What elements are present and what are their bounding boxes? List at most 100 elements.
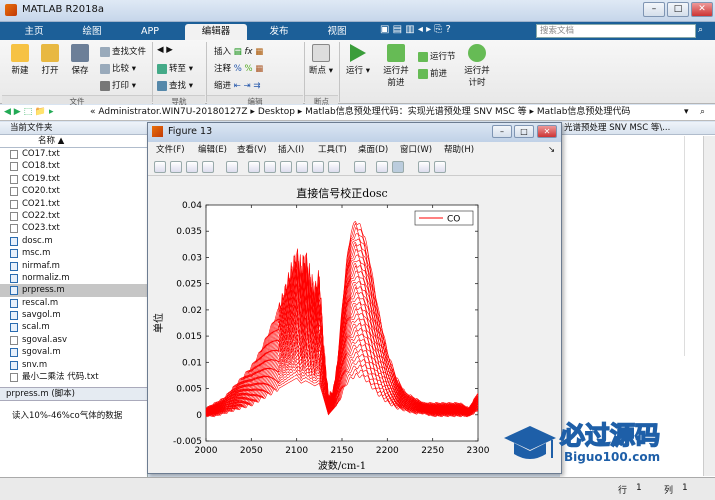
file-name: CO17.txt	[22, 149, 60, 159]
link-plot-icon[interactable]	[354, 161, 366, 173]
compare-button[interactable]: 比较 ▾	[100, 62, 136, 74]
file-list-item[interactable]: nirmaf.m	[0, 260, 147, 272]
find-button[interactable]: 查找 ▾	[157, 79, 193, 91]
file-list-item[interactable]: 最小二乘法 代码.txt	[0, 371, 147, 383]
figure-maximize-button[interactable]: □	[514, 125, 534, 138]
file-list-item[interactable]: sgoval.asv	[0, 334, 147, 346]
minimize-button[interactable]: –	[643, 2, 665, 17]
menu-file[interactable]: 文件(F)	[156, 143, 185, 157]
print-figure-icon[interactable]	[202, 161, 214, 173]
nav-arrows-icon[interactable]: ◀ ▶ ⬚ 📁 ▸	[4, 105, 54, 120]
app-titlebar: MATLAB R2018a – □ ✕	[0, 0, 715, 22]
path-dropdown-icon[interactable]: ▾	[684, 105, 689, 120]
x-tick-label: 2000	[195, 446, 218, 456]
file-list-item[interactable]: CO22.txt	[0, 210, 147, 222]
open-button[interactable]: 打开	[36, 44, 64, 76]
new-figure-icon[interactable]	[154, 161, 166, 173]
find-files-button[interactable]: 查找文件	[100, 45, 146, 57]
tab-home[interactable]: 主页	[8, 24, 60, 40]
figure-toolbar	[148, 158, 561, 176]
tab-editor[interactable]: 编辑器	[185, 24, 247, 40]
brush-icon[interactable]	[328, 161, 340, 173]
indent-button[interactable]: 缩进 ⇤ ⇥ ⇉	[214, 79, 261, 91]
menu-insert[interactable]: 插入(I)	[278, 143, 304, 157]
menu-tools[interactable]: 工具(T)	[318, 143, 347, 157]
run-advance-button[interactable]: 运行并 前进	[378, 44, 414, 88]
run-section-button[interactable]: 运行节	[418, 50, 456, 62]
run-button[interactable]: 运行 ▾	[342, 44, 374, 76]
file-list-item[interactable]: prpress.m	[0, 284, 147, 297]
file-list-item[interactable]: dosc.m	[0, 235, 147, 247]
zoom-out-icon[interactable]	[264, 161, 276, 173]
figure-titlebar: Figure 13 – □ ✕	[148, 123, 561, 142]
file-list-item[interactable]: CO21.txt	[0, 198, 147, 210]
goto-button[interactable]: 转至 ▾	[157, 62, 193, 74]
x-axis-label: 波数/cm-1	[318, 459, 366, 472]
ribbon-separator	[339, 42, 340, 102]
close-button[interactable]: ✕	[691, 2, 713, 17]
menu-edit[interactable]: 编辑(E)	[198, 143, 227, 157]
colorbar-icon[interactable]	[376, 161, 388, 173]
save-figure-icon[interactable]	[186, 161, 198, 173]
menu-desktop[interactable]: 桌面(D)	[358, 143, 388, 157]
file-list-item[interactable]: rescal.m	[0, 297, 147, 309]
breakpoints-button[interactable]: 断点 ▾	[306, 44, 336, 76]
file-name: sgoval.asv	[22, 334, 67, 345]
tab-view[interactable]: 视图	[311, 24, 363, 40]
figure-minimize-button[interactable]: –	[492, 125, 512, 138]
pan-icon[interactable]	[280, 161, 292, 173]
path-search-icon[interactable]: ⌕	[700, 105, 705, 120]
zoom-in-icon[interactable]	[248, 161, 260, 173]
file-list-item[interactable]: scal.m	[0, 321, 147, 333]
search-icon[interactable]: ⌕	[698, 25, 703, 35]
current-path[interactable]: « Administrator.WIN7U-20180127Z ▸ Deskto…	[90, 105, 680, 120]
column-header-name[interactable]: 名称 ▲	[0, 135, 147, 148]
tab-plots[interactable]: 绘图	[66, 24, 118, 40]
nav-back-button[interactable]: ◀ ▶	[157, 45, 173, 55]
menu-help[interactable]: 帮助(H)	[444, 143, 474, 157]
run-time-icon	[468, 44, 486, 62]
search-docs-input[interactable]: 搜索文档	[536, 24, 696, 38]
file-list-item[interactable]: CO20.txt	[0, 185, 147, 197]
m-file-icon	[10, 298, 18, 308]
save-button[interactable]: 保存	[66, 44, 94, 76]
file-list-item[interactable]: CO17.txt	[0, 148, 147, 160]
file-list-item[interactable]: CO23.txt	[0, 222, 147, 234]
rotate-icon[interactable]	[296, 161, 308, 173]
figure-close-button[interactable]: ✕	[537, 125, 557, 138]
pointer-icon[interactable]	[226, 161, 238, 173]
new-button[interactable]: 新建	[6, 44, 34, 76]
maximize-button[interactable]: □	[667, 2, 689, 17]
insert-button[interactable]: 插入 ▤ fx ▦	[214, 45, 263, 57]
file-list-item[interactable]: savgol.m	[0, 309, 147, 321]
file-list-item[interactable]: sgoval.m	[0, 346, 147, 358]
menu-window[interactable]: 窗口(W)	[400, 143, 432, 157]
print-button[interactable]: 打印 ▾	[100, 79, 136, 91]
open-figure-icon[interactable]	[170, 161, 182, 173]
file-name: 最小二乘法 代码.txt	[22, 372, 99, 383]
file-name: sgoval.m	[22, 347, 61, 358]
y-tick-label: 0.005	[176, 385, 202, 395]
file-name: CO21.txt	[22, 198, 60, 209]
file-list-item[interactable]: normaliz.m	[0, 272, 147, 284]
run-and-time-button[interactable]: 运行并 计时	[460, 44, 494, 88]
menu-view[interactable]: 查看(V)	[237, 143, 266, 157]
data-cursor-icon[interactable]	[312, 161, 324, 173]
advance-button[interactable]: 前进	[418, 67, 447, 79]
tab-apps[interactable]: APP	[124, 24, 176, 40]
file-name: rescal.m	[22, 297, 59, 308]
file-list-item[interactable]: msc.m	[0, 247, 147, 259]
file-list-item[interactable]: CO18.txt	[0, 160, 147, 172]
show-plot-tools-icon[interactable]	[434, 161, 446, 173]
hide-plot-tools-icon[interactable]	[418, 161, 430, 173]
quick-access-toolbar[interactable]: ▣ ▤ ▥ ◂ ▸ ⎘ ?	[380, 24, 451, 35]
group-edit: 编辑	[207, 95, 303, 106]
file-list-item[interactable]: CO19.txt	[0, 173, 147, 185]
tab-publish[interactable]: 发布	[253, 24, 305, 40]
comment-button[interactable]: 注释 % % ▦	[214, 62, 263, 74]
address-bar[interactable]: ◀ ▶ ⬚ 📁 ▸ « Administrator.WIN7U-20180127…	[0, 105, 715, 121]
menu-dock-icon[interactable]: ↘	[548, 143, 555, 157]
figure-logo-icon	[152, 126, 163, 137]
file-list-item[interactable]: snv.m	[0, 359, 147, 371]
legend-icon[interactable]	[392, 161, 404, 173]
